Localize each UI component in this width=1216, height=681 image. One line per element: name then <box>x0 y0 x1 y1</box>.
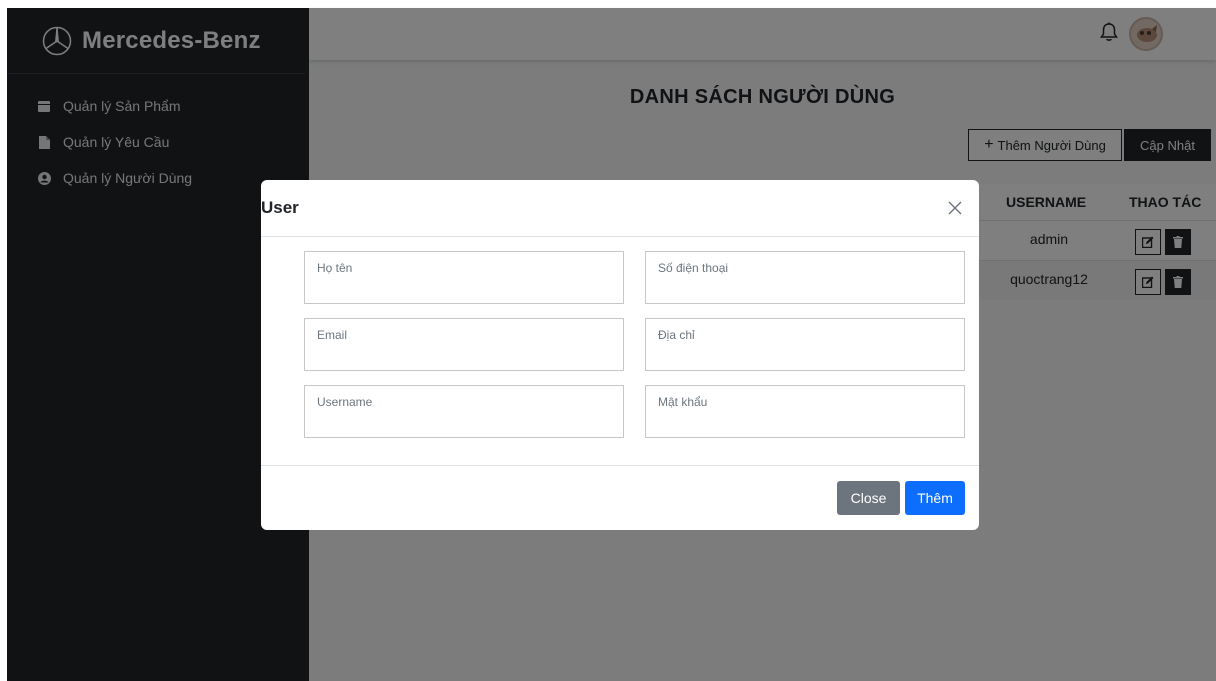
close-icon[interactable] <box>945 198 965 218</box>
password-field[interactable]: Mật khẩu <box>645 385 965 438</box>
address-field[interactable]: Địa chỉ <box>645 318 965 371</box>
modal-title: User <box>261 198 299 217</box>
fullname-field[interactable]: Họ tên <box>304 251 624 304</box>
modal-body: Họ tên Số điện thoại Email Địa chỉ Usern… <box>261 237 979 466</box>
username-field[interactable]: Username <box>304 385 624 438</box>
modal-footer: Close Thêm <box>261 466 979 529</box>
user-modal: User Họ tên Số điện thoại Email Địa chỉ … <box>261 180 979 530</box>
app-frame: Mercedes-Benz Quản lý Sản Phẩm Quản lý Y… <box>7 8 1216 681</box>
close-button[interactable]: Close <box>837 481 900 515</box>
phone-field[interactable]: Số điện thoại <box>645 251 965 304</box>
email-field[interactable]: Email <box>304 318 624 371</box>
submit-button[interactable]: Thêm <box>905 481 965 515</box>
modal-header: User <box>261 180 979 237</box>
